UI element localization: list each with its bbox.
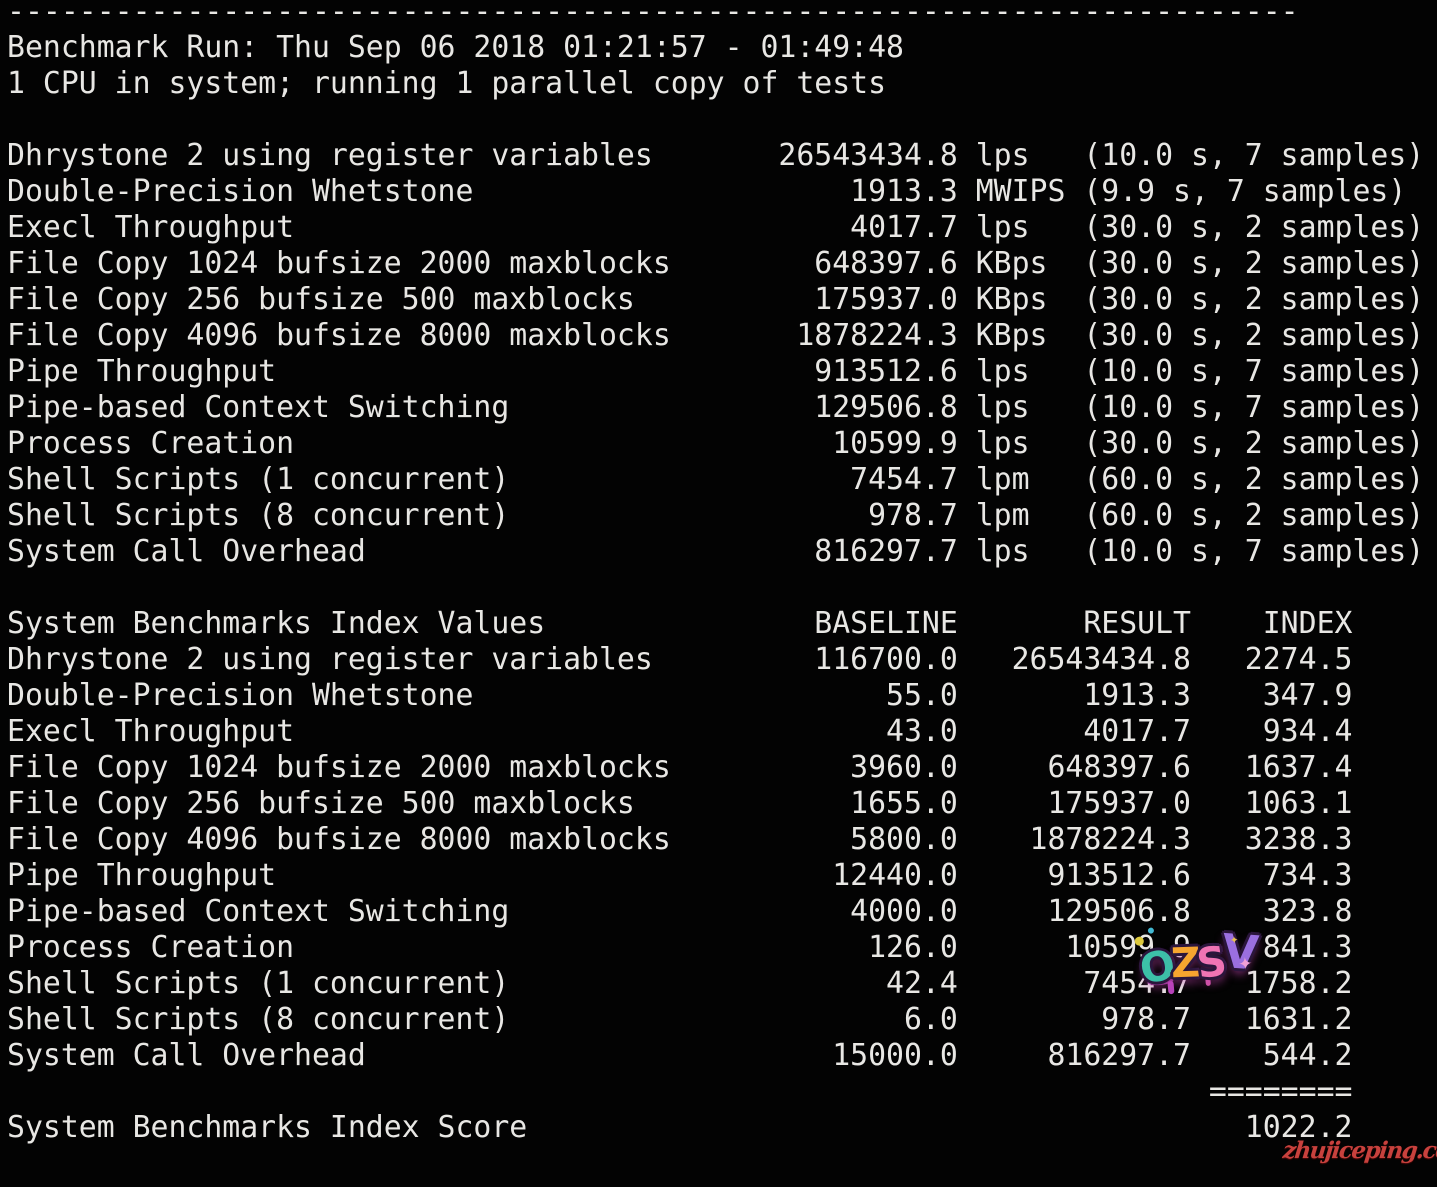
terminal-line: Dhrystone 2 using register variables 116… [7, 642, 1353, 677]
terminal-line: Dhrystone 2 using register variables 265… [7, 138, 1425, 173]
terminal-line: Shell Scripts (8 concurrent) 6.0 978.7 1… [7, 1002, 1353, 1037]
terminal-line: File Copy 4096 bufsize 8000 maxblocks 18… [7, 318, 1425, 353]
terminal-line: Execl Throughput 4017.7 lps (30.0 s, 2 s… [7, 210, 1425, 245]
terminal-line: Execl Throughput 43.0 4017.7 934.4 [7, 714, 1353, 749]
terminal-line: Process Creation 10599.9 lps (30.0 s, 2 … [7, 426, 1425, 461]
terminal-line: File Copy 256 bufsize 500 maxblocks 1655… [7, 786, 1353, 821]
terminal-line: Pipe Throughput 913512.6 lps (10.0 s, 7 … [7, 354, 1425, 389]
terminal-line: Pipe Throughput 12440.0 913512.6 734.3 [7, 858, 1353, 893]
terminal-line: System Call Overhead 816297.7 lps (10.0 … [7, 534, 1425, 569]
terminal-line: Shell Scripts (1 concurrent) 42.4 7454.7… [7, 966, 1353, 1001]
terminal-line: System Call Overhead 15000.0 816297.7 54… [7, 1038, 1353, 1073]
terminal-line: Process Creation 126.0 10599.9 841.3 [7, 930, 1353, 965]
terminal-line: Shell Scripts (8 concurrent) 978.7 lpm (… [7, 498, 1425, 533]
terminal-line: File Copy 1024 bufsize 2000 maxblocks 64… [7, 246, 1425, 281]
terminal-line: Pipe-based Context Switching 129506.8 lp… [7, 390, 1425, 425]
terminal-screen: ----------------------------------------… [0, 0, 1437, 1187]
terminal-line: Double-Precision Whetstone 1913.3 MWIPS … [7, 174, 1407, 209]
terminal-line: ----------------------------------------… [7, 0, 1299, 29]
terminal-line: ======== [7, 1074, 1353, 1109]
terminal-line: Pipe-based Context Switching 4000.0 1295… [7, 894, 1353, 929]
terminal-line: System Benchmarks Index Values BASELINE … [7, 606, 1353, 641]
terminal-line: 1 CPU in system; running 1 parallel copy… [7, 66, 887, 101]
terminal-line: File Copy 4096 bufsize 8000 maxblocks 58… [7, 822, 1353, 857]
terminal-line: Double-Precision Whetstone 55.0 1913.3 3… [7, 678, 1353, 713]
terminal-line: Benchmark Run: Thu Sep 06 2018 01:21:57 … [7, 30, 904, 65]
site-watermark: zhujiceping.com [1281, 1137, 1437, 1164]
terminal-line: File Copy 1024 bufsize 2000 maxblocks 39… [7, 750, 1353, 785]
terminal-line: Shell Scripts (1 concurrent) 7454.7 lpm … [7, 462, 1425, 497]
terminal-output: ----------------------------------------… [7, 0, 1424, 1146]
terminal-line: File Copy 256 bufsize 500 maxblocks 1759… [7, 282, 1425, 317]
terminal-line: System Benchmarks Index Score 1022.2 [7, 1110, 1353, 1145]
